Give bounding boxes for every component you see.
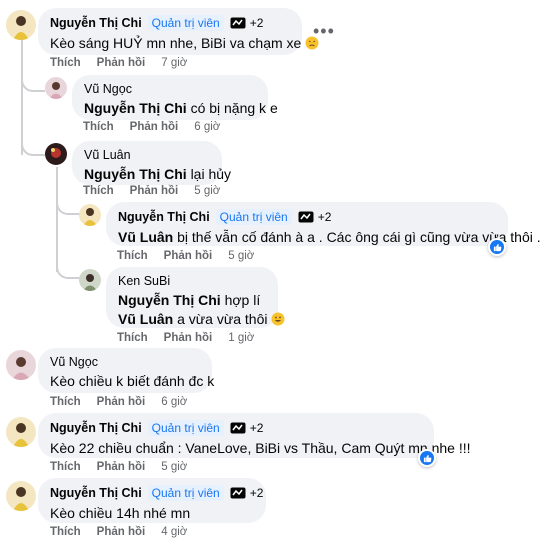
timestamp[interactable]: 7 giờ bbox=[161, 57, 187, 69]
reply-button[interactable]: Phản hồi bbox=[130, 121, 179, 133]
comment-actions: Thích Phản hồi 1 giờ bbox=[117, 332, 254, 344]
reply-button[interactable]: Phản hồi bbox=[97, 396, 146, 408]
comment-actions: Thích Phản hồi 5 giờ bbox=[83, 185, 220, 197]
like-reaction[interactable] bbox=[488, 238, 506, 256]
comment-actions: Thích Phản hồi 5 giờ bbox=[117, 250, 254, 262]
avatar[interactable] bbox=[6, 10, 36, 40]
comment-actions: Thích Phản hồi 4 giờ bbox=[50, 526, 187, 538]
comment-bubble: Vũ Ngọc Nguyễn Thị Chi có bị nặng k e bbox=[72, 75, 278, 120]
comment-bubble: Ken SuBi Nguyễn Thị Chi hợp lí Vũ Luân a… bbox=[106, 267, 285, 329]
comment-actions: Thích Phản hồi 5 giờ bbox=[50, 461, 187, 473]
badge-group[interactable]: +2 bbox=[230, 421, 264, 435]
thread-line bbox=[56, 167, 58, 272]
comment-actions: Thích Phản hồi 6 giờ bbox=[50, 396, 187, 408]
comment-text: Nguyễn Thị Chi lại hủy bbox=[84, 166, 232, 182]
author-name[interactable]: Nguyễn Thị Chi bbox=[50, 421, 142, 435]
mention-tag[interactable]: Nguyễn Thị Chi bbox=[84, 166, 187, 182]
thumbs-up-icon bbox=[423, 454, 431, 462]
comment-actions: Thích Phản hồi 6 giờ bbox=[83, 121, 220, 133]
like-button[interactable]: Thích bbox=[50, 396, 81, 408]
admin-badge: Quản trị viên bbox=[215, 209, 292, 225]
admin-badge: Quản trị viên bbox=[147, 15, 224, 31]
comment-bubble: Nguyễn Thị Chi Quản trị viên +2 Kèo sáng… bbox=[38, 8, 319, 55]
comment-bubble: Nguyễn Thị Chi Quản trị viên +2 Kèo 22 c… bbox=[38, 413, 471, 458]
comment-text: Nguyễn Thị Chi có bị nặng k e bbox=[84, 100, 278, 116]
thread-connector bbox=[56, 195, 80, 215]
like-button[interactable]: Thích bbox=[50, 57, 81, 69]
comment-bubble: Vũ Luân Nguyễn Thị Chi lại hủy bbox=[72, 141, 232, 185]
author-name[interactable]: Nguyễn Thị Chi bbox=[118, 210, 210, 224]
author-name[interactable]: Vũ Ngọc bbox=[84, 82, 132, 96]
comment-text: Kèo sáng HUỶ mn nhe, BiBi va chạm xe bbox=[50, 34, 319, 53]
thread-connector bbox=[21, 70, 45, 92]
comment-bubble: Vũ Ngọc Kèo chiều k biết đánh đc k bbox=[38, 348, 215, 393]
like-button[interactable]: Thích bbox=[83, 121, 114, 133]
admin-badge: Quản trị viên bbox=[147, 420, 224, 436]
badge-group[interactable]: +2 bbox=[230, 16, 264, 30]
timestamp[interactable]: 6 giờ bbox=[161, 396, 187, 408]
admin-badge: Quản trị viên bbox=[147, 485, 224, 501]
timestamp[interactable]: 1 giờ bbox=[228, 332, 254, 344]
timestamp[interactable]: 5 giờ bbox=[161, 461, 187, 473]
reply-button[interactable]: Phản hồi bbox=[97, 526, 146, 538]
comment-bubble: Nguyễn Thị Chi Quản trị viên +2 Kèo chiề… bbox=[38, 478, 266, 523]
badge-count: +2 bbox=[317, 210, 332, 224]
reply-button[interactable]: Phản hồi bbox=[164, 332, 213, 344]
like-button[interactable]: Thích bbox=[83, 185, 114, 197]
like-reaction[interactable] bbox=[418, 449, 436, 467]
badge-icon bbox=[230, 487, 246, 499]
author-name[interactable]: Nguyễn Thị Chi bbox=[50, 486, 142, 500]
thread-connector bbox=[56, 260, 80, 279]
like-button[interactable]: Thích bbox=[50, 526, 81, 538]
thread-line bbox=[21, 39, 23, 97]
comment-text: Kèo chiều k biết đánh đc k bbox=[50, 373, 215, 389]
badge-icon bbox=[230, 17, 246, 29]
avatar[interactable] bbox=[45, 143, 67, 165]
timestamp[interactable]: 4 giờ bbox=[161, 526, 187, 538]
reply-button[interactable]: Phản hồi bbox=[164, 250, 213, 262]
comment-text: Kèo chiều 14h nhé mn bbox=[50, 505, 191, 521]
like-button[interactable]: Thích bbox=[117, 332, 148, 344]
more-options-button[interactable]: ••• bbox=[313, 22, 335, 40]
badge-count: +2 bbox=[249, 486, 264, 500]
badge-count: +2 bbox=[249, 16, 264, 30]
comment-text: Nguyễn Thị Chi hợp lí bbox=[118, 292, 261, 308]
avatar[interactable] bbox=[6, 350, 36, 380]
avatar[interactable] bbox=[45, 77, 67, 99]
avatar[interactable] bbox=[79, 269, 101, 291]
timestamp[interactable]: 6 giờ bbox=[194, 121, 220, 133]
author-name[interactable]: Ken SuBi bbox=[118, 274, 170, 288]
thumbs-up-icon bbox=[493, 243, 501, 251]
comment-text: Vũ Luân bị thế vẫn cố đánh à a . Các ông… bbox=[118, 229, 541, 245]
author-name[interactable]: Vũ Luân bbox=[84, 148, 131, 162]
badge-group[interactable]: +2 bbox=[230, 486, 264, 500]
author-name[interactable]: Vũ Ngọc bbox=[50, 355, 98, 369]
comment-bubble: Nguyễn Thị Chi Quản trị viên +2 Vũ Luân … bbox=[106, 202, 541, 246]
author-name[interactable]: Nguyễn Thị Chi bbox=[50, 16, 142, 30]
reply-button[interactable]: Phản hồi bbox=[97, 57, 146, 69]
avatar[interactable] bbox=[6, 417, 36, 447]
badge-count: +2 bbox=[249, 421, 264, 435]
mention-tag[interactable]: Vũ Luân bbox=[118, 229, 173, 245]
grinning-face-emoji-icon bbox=[271, 312, 285, 326]
timestamp[interactable]: 5 giờ bbox=[194, 185, 220, 197]
badge-group[interactable]: +2 bbox=[298, 210, 332, 224]
badge-icon bbox=[230, 422, 246, 434]
avatar[interactable] bbox=[79, 204, 101, 226]
like-button[interactable]: Thích bbox=[50, 461, 81, 473]
timestamp[interactable]: 5 giờ bbox=[228, 250, 254, 262]
badge-icon bbox=[298, 211, 314, 223]
reply-button[interactable]: Phản hồi bbox=[97, 461, 146, 473]
thread-connector bbox=[21, 135, 45, 156]
like-button[interactable]: Thích bbox=[117, 250, 148, 262]
comment-actions: Thích Phản hồi 7 giờ bbox=[50, 57, 187, 69]
mention-tag[interactable]: Nguyễn Thị Chi bbox=[118, 292, 221, 308]
mention-tag[interactable]: Vũ Luân bbox=[118, 311, 173, 327]
reply-button[interactable]: Phản hồi bbox=[130, 185, 179, 197]
comment-text: Kèo 22 chiều chuẩn : VaneLove, BiBi vs T… bbox=[50, 440, 471, 456]
mention-tag[interactable]: Nguyễn Thị Chi bbox=[84, 100, 187, 116]
avatar[interactable] bbox=[6, 481, 36, 511]
comment-text: Vũ Luân a vừa vừa thôi bbox=[118, 310, 285, 329]
